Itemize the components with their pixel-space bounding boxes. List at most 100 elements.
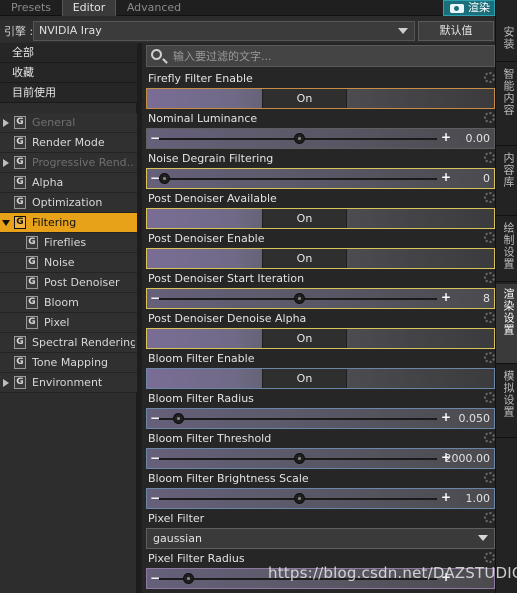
- gear-icon[interactable]: [484, 312, 495, 323]
- default-button[interactable]: 默认值: [418, 21, 494, 41]
- group-icon: G: [26, 256, 38, 269]
- toggle-value[interactable]: On: [262, 209, 347, 228]
- nav-item-render-mode[interactable]: G Render Mode: [0, 133, 137, 153]
- slider-value[interactable]: 0.050: [459, 412, 491, 425]
- engine-value: NVIDIA Iray: [39, 24, 102, 37]
- nav-item-label: Post Denoiser: [44, 276, 120, 289]
- plus-icon[interactable]: +: [441, 290, 451, 304]
- nav-item-environment[interactable]: G Environment: [0, 373, 137, 393]
- chevron-down-icon: [398, 28, 408, 34]
- nav-item-fireflies[interactable]: G Fireflies: [0, 233, 137, 253]
- collapsed-arrow-icon[interactable]: [3, 379, 9, 387]
- side-tab-0[interactable]: 安装: [496, 22, 517, 62]
- gear-icon[interactable]: [484, 432, 495, 443]
- gear-icon[interactable]: [484, 152, 495, 163]
- slider-control[interactable]: − +0: [146, 168, 495, 189]
- property-label: Firefly Filter Enable: [148, 72, 253, 85]
- slider-control[interactable]: − +2000.00: [146, 448, 495, 469]
- nav-item-progressive-rend[interactable]: G Progressive Rend...: [0, 153, 137, 173]
- nav-item-general[interactable]: G General: [0, 113, 137, 133]
- slider-control[interactable]: − +1.00: [146, 488, 495, 509]
- group-icon: G: [14, 136, 26, 149]
- slider-value[interactable]: 0.00: [466, 132, 491, 145]
- gear-icon[interactable]: [484, 232, 495, 243]
- toggle-value[interactable]: On: [262, 249, 347, 268]
- nav-filter-0[interactable]: 全部: [0, 43, 137, 63]
- gear-icon[interactable]: [484, 272, 495, 283]
- property-bloom-filter-enable: Bloom Filter Enable On: [146, 350, 495, 390]
- slider-value[interactable]: 2000.00: [445, 452, 491, 465]
- slider-knob[interactable]: [172, 413, 184, 424]
- slider-value[interactable]: 8: [483, 292, 490, 305]
- side-tab-3[interactable]: 绘制设置: [496, 218, 517, 282]
- slider-control[interactable]: − +0.050: [146, 408, 495, 429]
- slider-knob[interactable]: [294, 293, 305, 304]
- slider-track[interactable]: [159, 418, 437, 420]
- side-tab-5[interactable]: 模拟设置: [496, 366, 517, 438]
- toggle-control[interactable]: On: [146, 88, 495, 109]
- plus-icon[interactable]: +: [441, 490, 451, 504]
- slider-knob[interactable]: [294, 133, 305, 144]
- engine-select-box[interactable]: NVIDIA Iray: [33, 21, 415, 41]
- tab-advanced[interactable]: Advanced: [116, 0, 192, 16]
- tab-presets[interactable]: Presets: [0, 0, 62, 16]
- camera-icon: [450, 4, 464, 13]
- side-tab-2[interactable]: 内容库: [496, 148, 517, 216]
- group-icon: G: [14, 196, 26, 209]
- plus-icon[interactable]: +: [441, 410, 451, 424]
- toggle-control[interactable]: On: [146, 248, 495, 269]
- nav-item-optimization[interactable]: G Optimization: [0, 193, 137, 213]
- slider-control[interactable]: − +0.00: [146, 128, 495, 149]
- slider-knob[interactable]: [294, 453, 305, 464]
- dropdown-control[interactable]: gaussian: [146, 528, 495, 549]
- render-button[interactable]: 渲染: [443, 0, 495, 16]
- gear-icon[interactable]: [484, 472, 495, 483]
- slider-knob[interactable]: [294, 493, 305, 504]
- tab-editor[interactable]: Editor: [62, 0, 116, 16]
- toggle-value[interactable]: On: [262, 369, 347, 388]
- nav-item-spectral-rendering[interactable]: G Spectral Rendering: [0, 333, 137, 353]
- nav-item-alpha[interactable]: G Alpha: [0, 173, 137, 193]
- filter-search[interactable]: [146, 45, 495, 67]
- side-tab-4[interactable]: 渲染设置: [496, 284, 517, 364]
- gear-icon[interactable]: [484, 72, 495, 83]
- slider-control[interactable]: − +8: [146, 288, 495, 309]
- toggle-control[interactable]: On: [146, 328, 495, 349]
- property-label: Post Denoiser Enable: [148, 232, 265, 245]
- slider-track[interactable]: [159, 178, 437, 180]
- nav-item-label: Environment: [32, 376, 103, 389]
- nav-item-filtering[interactable]: G Filtering: [0, 213, 137, 233]
- plus-icon[interactable]: +: [441, 130, 451, 144]
- slider-value[interactable]: 1.00: [466, 492, 491, 505]
- nav-item-noise[interactable]: G Noise: [0, 253, 137, 273]
- nav-item-label: Optimization: [32, 196, 103, 209]
- side-tab-1[interactable]: 智能内容: [496, 64, 517, 146]
- toggle-value[interactable]: On: [262, 329, 347, 348]
- plus-icon[interactable]: +: [441, 170, 451, 184]
- gear-icon[interactable]: [484, 112, 495, 123]
- collapsed-arrow-icon[interactable]: [3, 119, 9, 127]
- property-label: Post Denoiser Start Iteration: [148, 272, 305, 285]
- toggle-value[interactable]: On: [262, 89, 347, 108]
- nav-filter-1[interactable]: 收藏: [0, 63, 137, 83]
- gear-icon[interactable]: [484, 352, 495, 363]
- collapsed-arrow-icon[interactable]: [3, 159, 9, 167]
- nav-item-bloom[interactable]: G Bloom: [0, 293, 137, 313]
- filter-input[interactable]: [173, 48, 488, 64]
- engine-select[interactable]: NVIDIA Iray: [33, 21, 415, 41]
- toggle-control[interactable]: On: [146, 368, 495, 389]
- nav-filter-2[interactable]: 目前使用: [0, 83, 137, 103]
- gear-icon[interactable]: [484, 392, 495, 403]
- nav-item-pixel[interactable]: G Pixel: [0, 313, 137, 333]
- slider-knob[interactable]: [183, 573, 195, 584]
- toggle-control[interactable]: On: [146, 208, 495, 229]
- nav-item-post-denoiser[interactable]: G Post Denoiser: [0, 273, 137, 293]
- slider-knob[interactable]: [159, 173, 170, 184]
- gear-icon[interactable]: [484, 552, 495, 563]
- gear-icon[interactable]: [484, 512, 495, 523]
- nav-item-tone-mapping[interactable]: G Tone Mapping: [0, 353, 137, 373]
- gear-icon[interactable]: [484, 192, 495, 203]
- expanded-arrow-icon[interactable]: [2, 220, 10, 226]
- slider-value[interactable]: 0: [483, 172, 490, 185]
- property-post-denoiser-denoise-alpha: Post Denoiser Denoise Alpha On: [146, 310, 495, 350]
